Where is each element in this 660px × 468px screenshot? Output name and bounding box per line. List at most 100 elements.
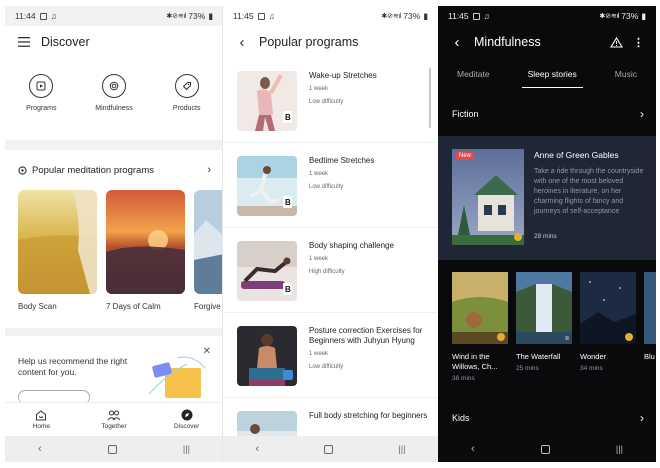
nav-label: Home xyxy=(32,422,50,430)
back-nav-icon[interactable]: ‹ xyxy=(471,443,475,455)
home-nav-icon[interactable] xyxy=(324,444,334,454)
story-card[interactable]: ıı The Waterfall 25 mins xyxy=(516,272,572,382)
category-programs[interactable]: Programs xyxy=(11,74,71,140)
system-nav-bar: ‹ ||| xyxy=(223,436,438,462)
program-thumbnail: B xyxy=(237,156,297,216)
program-item[interactable]: B Bedtime Stretches 1 week Low difficult… xyxy=(223,143,438,228)
gallery-icon xyxy=(39,12,47,20)
signal-icon: ✱ ⊘ ≋ ıl xyxy=(166,13,186,20)
featured-description: Take a ride through the countryside with… xyxy=(534,168,644,215)
category-label: Products xyxy=(172,105,201,112)
card-body-scan[interactable]: Body Scan xyxy=(18,190,97,311)
battery-level: 73% xyxy=(403,11,421,21)
program-title: Posture correction Exercises for Beginne… xyxy=(309,326,423,345)
top-bar: ‹ Popular programs xyxy=(223,26,438,58)
tab-meditate[interactable]: Meditate xyxy=(451,61,496,87)
story-duration: 38 mins xyxy=(452,375,475,382)
story-card[interactable]: Wind in the Willows, Ch... 38 mins xyxy=(452,272,508,382)
section-label: Kids xyxy=(452,413,470,423)
battery-icon: ▮ xyxy=(423,10,428,21)
card-label: Forgive xyxy=(194,302,221,311)
recents-nav-icon[interactable]: ||| xyxy=(183,444,190,454)
chevron-right-icon: › xyxy=(640,107,644,121)
section-kids[interactable]: Kids › xyxy=(438,406,656,430)
popular-section: Popular meditation programs › Body Scan … xyxy=(5,150,223,328)
program-thumbnail: B xyxy=(237,241,297,301)
section-fiction[interactable]: Fiction › xyxy=(438,102,656,126)
top-bar: ‹ Mindfulness ⋮ xyxy=(438,26,656,58)
mindfulness-icon xyxy=(101,74,126,98)
category-products[interactable]: Products xyxy=(157,74,217,140)
category-row: Programs Mindfulness Products xyxy=(5,58,223,140)
category-label: Mindfulness xyxy=(95,105,133,112)
signal-icon: ✱ ⊘ ≋ ıl xyxy=(599,13,619,20)
section-header[interactable]: Popular meditation programs › xyxy=(5,150,223,180)
recents-nav-icon[interactable]: ||| xyxy=(616,444,623,454)
story-card[interactable]: Blu xyxy=(644,272,656,382)
menu-icon[interactable] xyxy=(17,35,31,49)
program-title: Full body stretching for beginners xyxy=(309,411,428,420)
nav-together[interactable]: Together xyxy=(84,410,144,430)
story-image xyxy=(580,272,636,344)
tab-sleep-stories[interactable]: Sleep stories xyxy=(521,61,583,88)
card-label: Body Scan xyxy=(18,302,57,311)
recommendation-illustration xyxy=(148,356,206,398)
system-nav-bar: ‹ ||| xyxy=(5,436,223,462)
story-title: Blu xyxy=(644,352,655,361)
popular-programs-screen: 11:45 ♫ ✱ ⊘ ≋ ıl 73% ▮ ‹ Popular programs B… xyxy=(222,6,438,462)
program-list: B Wake-up Stretches 1 week Low difficult… xyxy=(223,58,438,462)
page-title: Mindfulness xyxy=(474,35,541,49)
home-icon xyxy=(36,409,47,420)
program-difficulty: Low difficulty xyxy=(309,184,344,190)
program-item[interactable]: B Body shaping challenge 1 week High dif… xyxy=(223,228,438,313)
back-arrow-icon[interactable]: ‹ xyxy=(450,34,464,51)
gallery-icon xyxy=(257,12,265,20)
category-mindfulness[interactable]: Mindfulness xyxy=(84,74,144,140)
chevron-right-icon: › xyxy=(640,411,644,425)
nav-discover[interactable]: Discover xyxy=(157,409,217,430)
program-title: Wake-up Stretches xyxy=(309,71,377,80)
story-card[interactable]: Wonder 34 mins xyxy=(580,272,636,382)
card-image xyxy=(106,190,185,294)
story-duration: 34 mins xyxy=(580,365,603,372)
status-time: 11:45 xyxy=(233,11,254,21)
story-image: ıı xyxy=(516,272,572,344)
svg-text:B: B xyxy=(285,285,291,294)
meditation-icon xyxy=(18,165,27,175)
story-image xyxy=(452,272,508,344)
home-nav-icon[interactable] xyxy=(540,444,550,454)
alert-icon[interactable] xyxy=(610,36,623,48)
together-icon xyxy=(107,410,121,420)
stage: 11:44 ♫ ✱ ⊘ ≋ ıl 73% ▮ Discover Programs Mi… xyxy=(0,0,660,468)
card-forgive[interactable]: Forgive xyxy=(194,190,223,311)
chevron-right-icon[interactable]: › xyxy=(207,164,211,176)
program-thumbnail xyxy=(237,326,297,386)
program-duration: 1 week xyxy=(309,86,329,92)
card-7-days-of-calm[interactable]: 7 Days of Calm xyxy=(106,190,185,311)
program-item[interactable]: Posture correction Exercises for Beginne… xyxy=(223,313,438,398)
program-difficulty: Low difficulty xyxy=(309,99,344,105)
featured-story[interactable]: New Anne of Green Gables Take a ride thr… xyxy=(438,136,656,260)
play-icon xyxy=(29,74,54,98)
program-title: Bedtime Stretches xyxy=(309,156,375,165)
recents-nav-icon[interactable]: ||| xyxy=(398,444,405,454)
program-item[interactable]: B Wake-up Stretches 1 week Low difficult… xyxy=(223,58,438,143)
scrollbar[interactable] xyxy=(429,68,431,128)
page-title: Discover xyxy=(41,35,90,49)
back-nav-icon[interactable]: ‹ xyxy=(38,443,42,455)
status-time: 11:45 xyxy=(448,11,469,21)
back-nav-icon[interactable]: ‹ xyxy=(256,443,260,455)
program-duration: 1 week xyxy=(309,256,329,262)
back-arrow-icon[interactable]: ‹ xyxy=(235,34,249,51)
music-icon: ♫ xyxy=(268,11,276,21)
story-duration: 25 mins xyxy=(516,365,539,372)
story-row: Wind in the Willows, Ch... 38 mins ıı Th… xyxy=(452,272,656,382)
nav-home[interactable]: Home xyxy=(11,409,71,430)
more-options-icon[interactable]: ⋮ xyxy=(633,36,644,49)
home-nav-icon[interactable] xyxy=(107,444,117,454)
svg-text:B: B xyxy=(285,113,291,122)
program-title: Body shaping challenge xyxy=(309,241,394,250)
battery-level: 73% xyxy=(621,11,639,21)
tab-music[interactable]: Music xyxy=(609,61,643,87)
mindfulness-screen: 11:45 ♫ ✱ ⊘ ≋ ıl 73% ▮ ‹ Mindfulness ⋮ Medi… xyxy=(438,6,656,462)
